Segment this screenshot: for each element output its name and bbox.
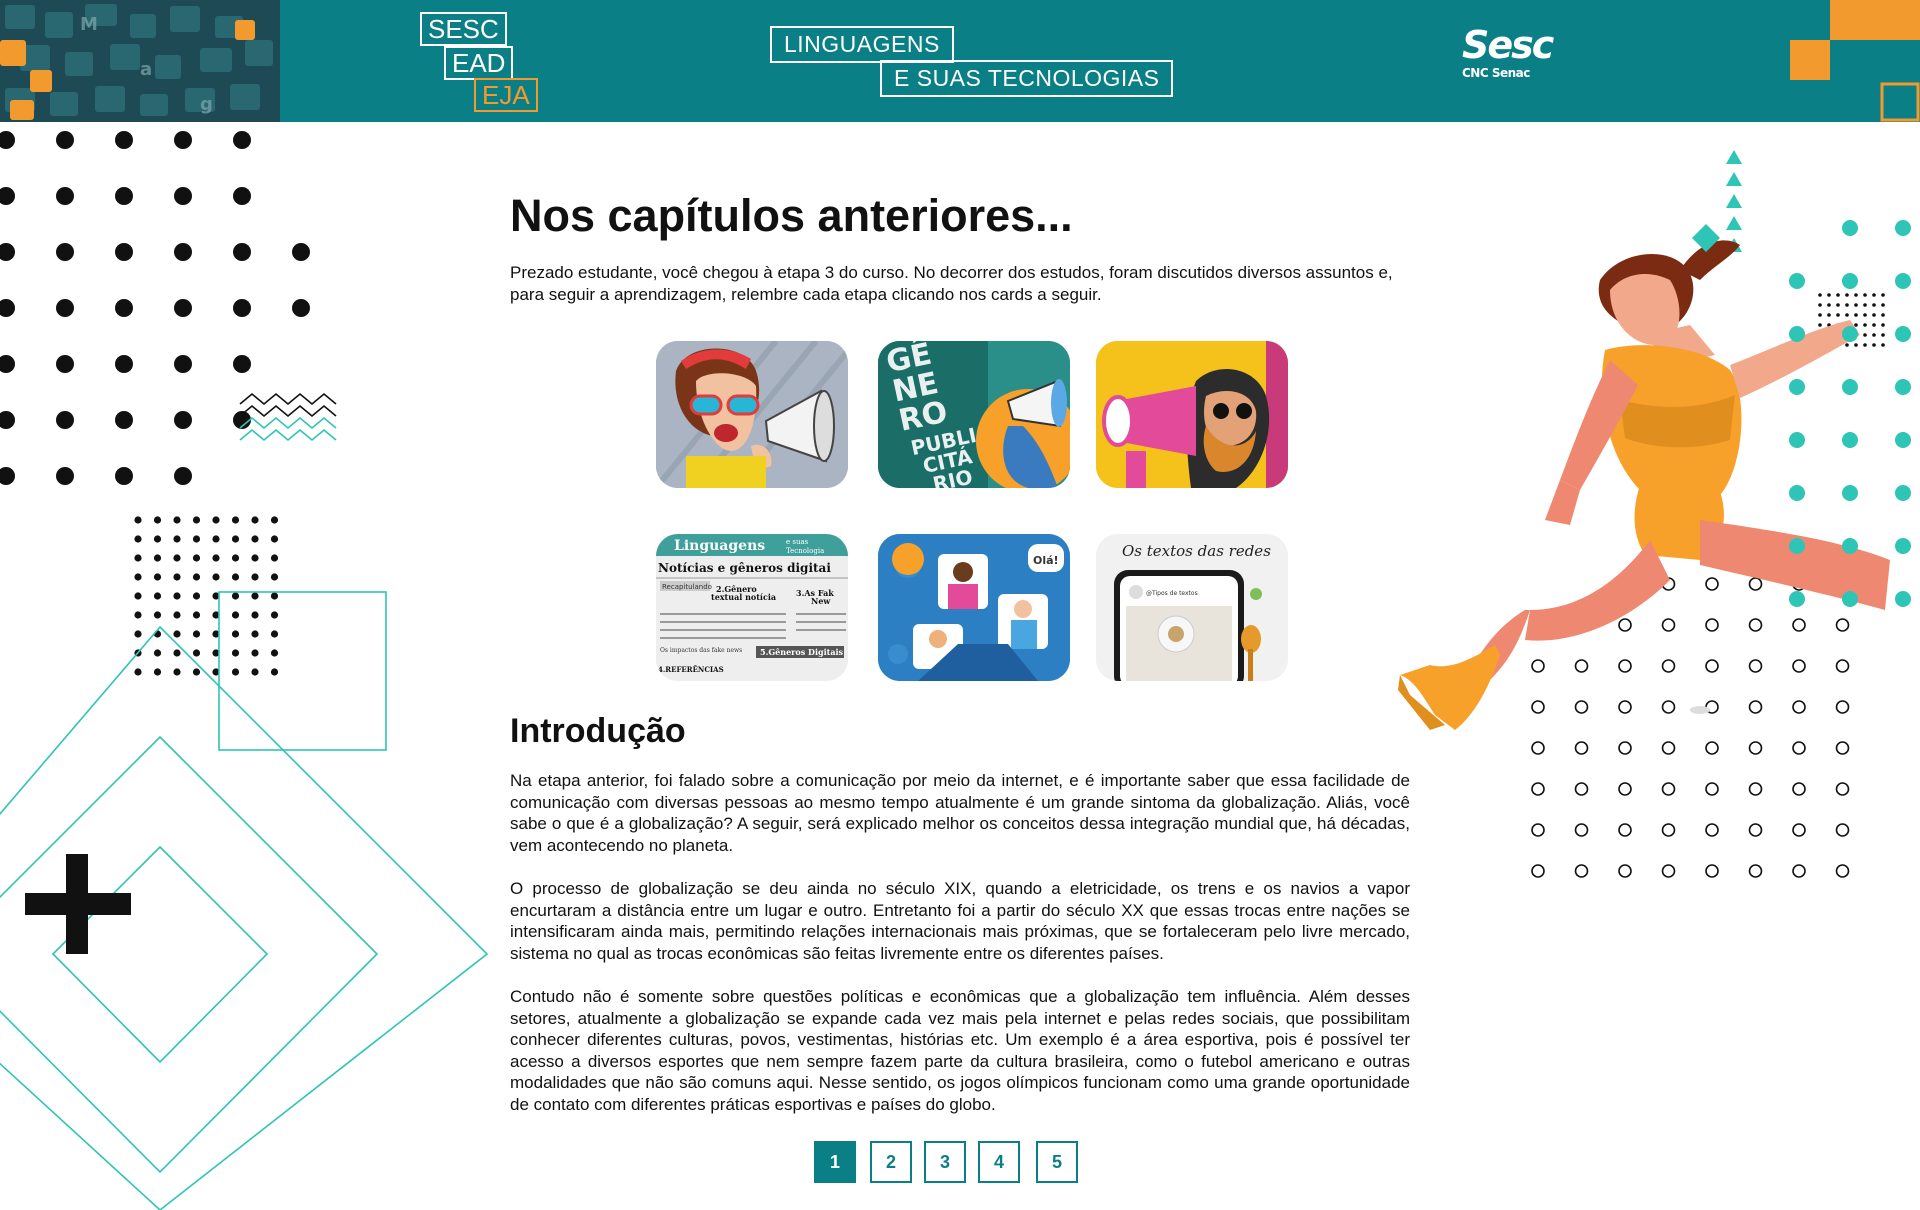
- logo-ead-label: EAD: [444, 46, 514, 80]
- chapter-card-1[interactable]: [656, 341, 848, 488]
- svg-text:e suas: e suas: [786, 538, 809, 546]
- logo-sesc-label: SESC: [420, 12, 507, 46]
- svg-text:New: New: [811, 596, 831, 606]
- runner-illustration: [1398, 224, 1890, 730]
- logo-eja-label: EJA: [474, 78, 538, 112]
- course-title-line2: E SUAS TECNOLOGIAS: [880, 60, 1174, 97]
- brand-name: Sesc: [1462, 23, 1554, 67]
- svg-text:g: g: [200, 94, 213, 115]
- svg-text:textual notícia: textual notícia: [711, 592, 776, 602]
- svg-text:Notícias e gêneros digitai: Notícias e gêneros digitai: [658, 561, 831, 575]
- chapter-card-4[interactable]: Linguagens e suas Tecnologia Notícias e …: [656, 534, 848, 681]
- svg-text:Linguagens: Linguagens: [674, 538, 765, 554]
- header-typography-photo: Ma g: [0, 0, 280, 122]
- paragraph-3: Contudo não é somente sobre questões pol…: [510, 986, 1410, 1114]
- chapter-cards-grid: GÊ NE RO PUBLI CITÁ RIO Linguagens e sua…: [656, 341, 1292, 681]
- chapter-card-5[interactable]: Olá!: [878, 534, 1070, 681]
- chapter-card-3[interactable]: [1096, 341, 1288, 488]
- corner-squares-decoration: [1790, 0, 1920, 122]
- intro-paragraphs: Na etapa anterior, foi falado sobre a co…: [510, 770, 1410, 1137]
- page-button-4[interactable]: 4: [978, 1141, 1020, 1183]
- page-button-2[interactable]: 2: [870, 1141, 912, 1183]
- chapter-card-2[interactable]: GÊ NE RO PUBLI CITÁ RIO: [878, 341, 1070, 488]
- svg-text:a: a: [140, 59, 152, 80]
- page-title: Nos capítulos anteriores...: [510, 190, 1073, 241]
- brand-sub: CNC Senac: [1462, 66, 1530, 80]
- page-button-5[interactable]: 5: [1036, 1141, 1078, 1183]
- right-pattern-decoration: [1398, 150, 1911, 878]
- left-pattern-decoration: [0, 131, 489, 1210]
- svg-text:@Tipos de textos: @Tipos de textos: [1146, 590, 1198, 597]
- intro-lead-text: Prezado estudante, você chegou à etapa 3…: [510, 263, 1393, 304]
- svg-text:Tecnologia: Tecnologia: [786, 547, 824, 555]
- sesc-ead-eja-logo[interactable]: SESC EAD EJA: [420, 12, 540, 112]
- svg-text:Recapitulando: Recapitulando: [662, 583, 712, 591]
- course-title-line1: LINGUAGENS: [770, 26, 954, 63]
- paragraph-1: Na etapa anterior, foi falado sobre a co…: [510, 771, 1410, 855]
- page-button-3[interactable]: 3: [924, 1141, 966, 1183]
- svg-text:Olá!: Olá!: [1033, 554, 1059, 567]
- section-title: Introdução: [510, 712, 686, 750]
- sesc-brand-logo[interactable]: Sesc CNC Senac: [1462, 23, 1554, 80]
- paragraph-2: O processo de globalização se deu ainda …: [510, 878, 1410, 963]
- header-bar: Ma g SESC EAD EJA LINGUAGENS E SUAS TECNO…: [0, 0, 1920, 122]
- chapter-card-6[interactable]: Os textos das redes @Tipos de textos: [1096, 534, 1288, 681]
- svg-text:4.REFERÊNCIAS: 4.REFERÊNCIAS: [658, 665, 724, 674]
- svg-text:M: M: [80, 14, 98, 35]
- svg-text:Os impactos das fake news: Os impactos das fake news: [660, 647, 742, 654]
- svg-text:5.Gêneros Digitais: 5.Gêneros Digitais: [760, 647, 844, 657]
- main-content: Nos capítulos anteriores... Prezado estu…: [510, 190, 1410, 306]
- svg-text:Os textos das redes: Os textos das redes: [1122, 542, 1271, 560]
- page-button-1[interactable]: 1: [814, 1141, 856, 1183]
